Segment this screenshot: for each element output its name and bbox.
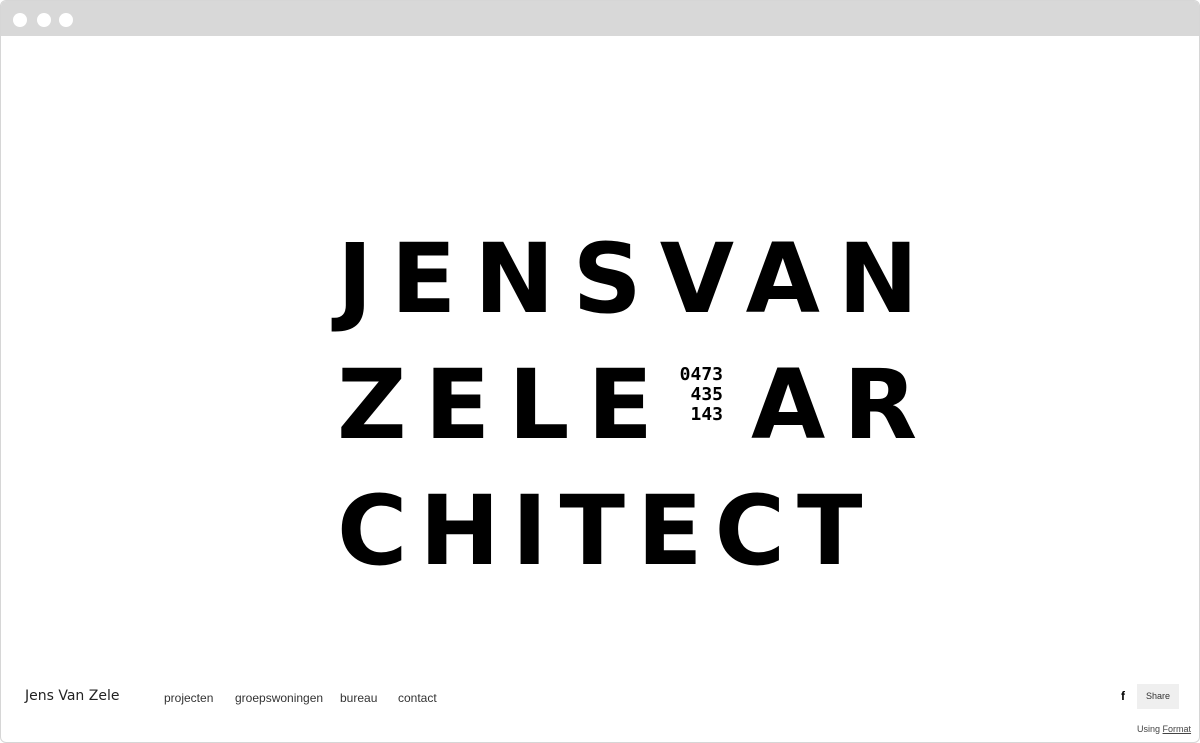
- credit-prefix: Using: [1137, 724, 1161, 734]
- logo-line-2-left: ZELE: [337, 349, 671, 461]
- browser-window: JENSVAN ZELE 0473 435 143 AR CHITECT Jen…: [0, 0, 1200, 743]
- logo-line-2-right: AR: [751, 349, 936, 461]
- platform-credit: Using Format: [1137, 724, 1191, 734]
- logo-line-1: JENSVAN: [337, 223, 937, 335]
- logo-phone-number: 0473 435 143: [673, 365, 723, 425]
- browser-titlebar: [1, 1, 1199, 36]
- nav-item-projecten[interactable]: projecten: [164, 691, 213, 705]
- format-link[interactable]: Format: [1163, 724, 1192, 734]
- footer-bar: Jens Van Zele projecten groepswoningen b…: [1, 681, 1199, 716]
- share-button[interactable]: Share: [1137, 684, 1179, 709]
- site-name-link[interactable]: Jens Van Zele: [25, 688, 119, 704]
- phone-part-3: 143: [690, 404, 723, 425]
- logo-line-3: CHITECT: [337, 475, 875, 587]
- hero-logo: JENSVAN ZELE 0473 435 143 AR CHITECT: [337, 231, 918, 579]
- window-maximize-dot[interactable]: [59, 13, 73, 27]
- phone-part-2: 435: [690, 384, 723, 405]
- window-minimize-dot[interactable]: [37, 13, 51, 27]
- phone-part-1: 0473: [679, 364, 723, 385]
- window-close-dot[interactable]: [13, 13, 27, 27]
- nav-item-bureau[interactable]: bureau: [340, 691, 377, 705]
- nav-item-contact[interactable]: contact: [398, 691, 437, 705]
- facebook-icon[interactable]: f: [1121, 689, 1125, 703]
- nav-item-groepswoningen[interactable]: groepswoningen: [235, 691, 323, 705]
